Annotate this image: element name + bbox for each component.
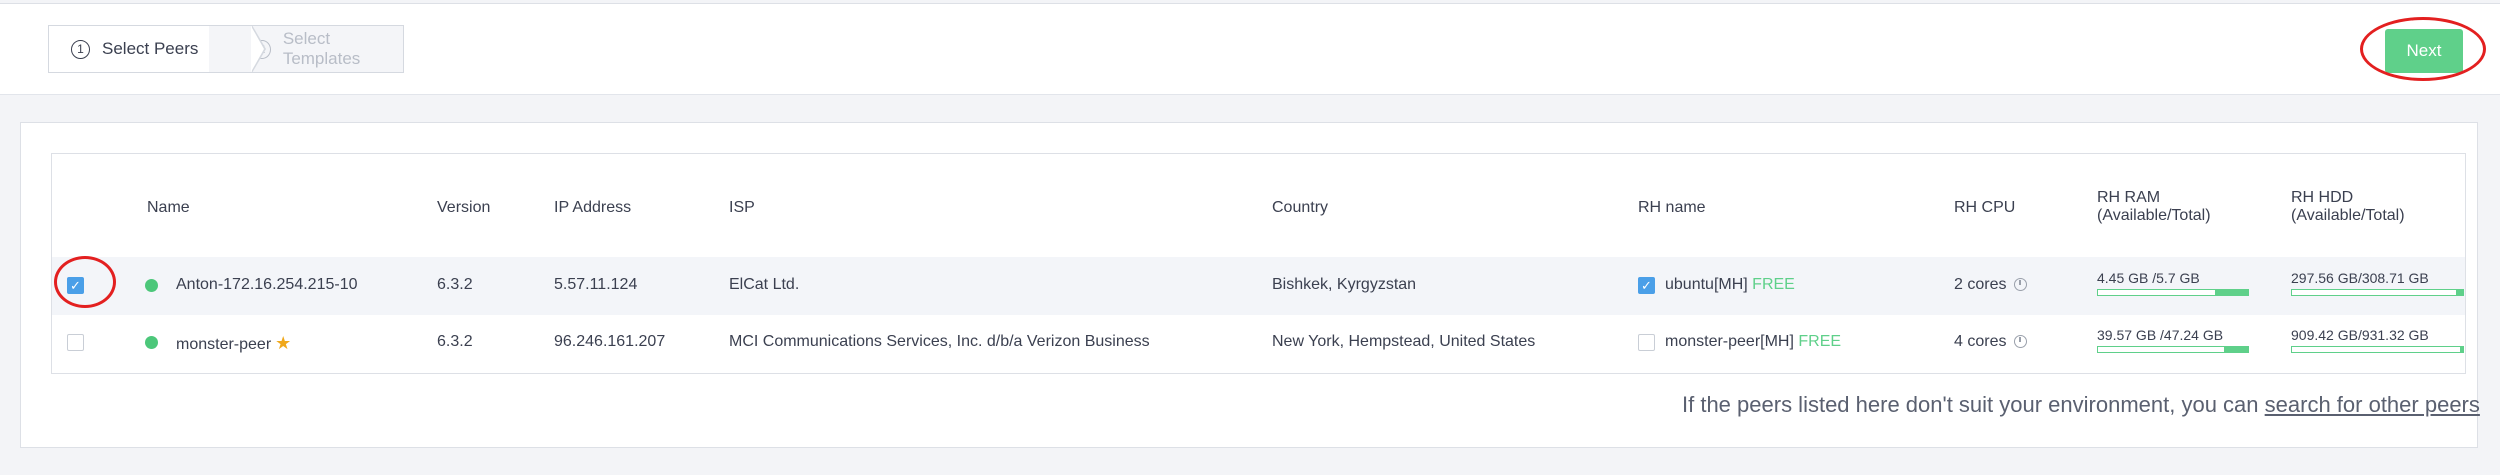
rh-ram-bar-fill — [2215, 290, 2248, 295]
rh-hdd-bar — [2291, 346, 2464, 353]
table-row[interactable]: ✓ Anton-172.16.254.215-10 6.3.2 5.57.11.… — [52, 257, 2465, 315]
rh-ram-bar — [2097, 289, 2249, 296]
rh-hdd-bar — [2291, 289, 2464, 296]
header-isp: ISP — [729, 199, 755, 216]
header-rh-hdd: RH HDD (Available/Total) — [2291, 189, 2405, 225]
peers-table: Name Version IP Address ISP Country RH n… — [51, 153, 2466, 374]
rh-hdd-bar-fill — [2459, 347, 2463, 352]
peer-name[interactable]: Anton-172.16.254.215-10 — [176, 276, 357, 294]
header-rh-ram-title: RH RAM — [2097, 189, 2161, 206]
rh-cpu-cores: 2 cores — [1954, 276, 2007, 293]
peer-version: 6.3.2 — [437, 276, 473, 293]
cpu-info-icon[interactable] — [2014, 278, 2028, 291]
rh-checkbox[interactable]: ✓ — [1638, 277, 1655, 294]
rh-hdd-value: 909.42 GB/931.32 GB — [2291, 327, 2429, 343]
rh-cpu: 2 cores — [1954, 276, 2028, 294]
header-rh-ram: RH RAM (Available/Total) — [2097, 189, 2211, 225]
header-rh-ram-sub: (Available/Total) — [2097, 207, 2211, 224]
rh-cpu-cores: 4 cores — [1954, 333, 2007, 350]
status-dot-icon — [145, 336, 158, 349]
header-name: Name — [147, 199, 190, 216]
rh-name-text: ubuntu[MH] — [1665, 276, 1748, 293]
rh-name: monster-peer[MH] FREE — [1665, 333, 1841, 351]
peer-name-text: monster-peer — [176, 336, 272, 353]
step-select-templates[interactable]: 2 Select Templates — [209, 26, 403, 72]
peer-country: New York, Hempstead, United States — [1272, 333, 1536, 350]
rh-hdd-bar-fill — [2456, 290, 2463, 295]
peer-isp: ElCat Ltd. — [729, 276, 800, 293]
row-select-checkbox[interactable]: ✓ — [67, 277, 84, 294]
rh-name: ubuntu[MH] FREE — [1665, 276, 1795, 294]
search-other-peers-link[interactable]: search for other peers — [2265, 392, 2480, 417]
header-rh-hdd-title: RH HDD — [2291, 189, 2354, 206]
check-icon: ✓ — [70, 278, 81, 293]
peer-ip: 5.57.11.124 — [554, 276, 638, 293]
step-divider-fill — [251, 26, 264, 72]
peer-name[interactable]: monster-peer ★ — [176, 333, 291, 354]
status-dot-icon — [145, 279, 158, 292]
star-icon: ★ — [275, 333, 292, 353]
search-other-peers-note: If the peers listed here don't suit your… — [1682, 392, 2480, 418]
cpu-info-icon[interactable] — [2014, 335, 2028, 348]
top-bar: 1 Select Peers 2 Select Templates Next — [0, 3, 2500, 95]
rh-checkbox[interactable] — [1638, 334, 1655, 351]
step-select-peers[interactable]: 1 Select Peers — [49, 26, 209, 72]
peer-country: Bishkek, Kyrgyzstan — [1272, 276, 1417, 293]
rh-free-badge: FREE — [1752, 276, 1795, 293]
rh-ram-value: 39.57 GB /47.24 GB — [2097, 327, 2224, 343]
wizard-steps: 1 Select Peers 2 Select Templates — [48, 25, 404, 73]
header-rh-cpu: RH CPU — [1954, 199, 2016, 216]
rh-ram-bar — [2097, 346, 2249, 353]
table-row[interactable]: monster-peer ★ 6.3.2 96.246.161.207 MCI C… — [52, 315, 2465, 373]
check-icon: ✓ — [1641, 278, 1652, 293]
step-label: Select Peers — [102, 39, 199, 58]
rh-name-text: monster-peer[MH] — [1665, 333, 1794, 350]
header-rh-hdd-sub: (Available/Total) — [2291, 207, 2405, 224]
peer-ip: 96.246.161.207 — [554, 333, 666, 350]
peer-version: 6.3.2 — [437, 333, 473, 350]
next-button[interactable]: Next — [2385, 29, 2463, 73]
rh-ram-value: 4.45 GB /5.7 GB — [2097, 270, 2200, 286]
rh-hdd-value: 297.56 GB/308.71 GB — [2291, 270, 2429, 286]
header-ip: IP Address — [554, 199, 632, 216]
header-version: Version — [437, 199, 491, 216]
step-label: Select Templates — [282, 29, 361, 68]
peer-isp: MCI Communications Services, Inc. d/b/a … — [729, 333, 1150, 350]
rh-free-badge: FREE — [1798, 333, 1842, 350]
header-country: Country — [1272, 199, 1329, 216]
rh-ram-bar-fill — [2224, 347, 2248, 352]
header-rh-name: RH name — [1638, 199, 1706, 216]
footer-text: If the peers listed here don't suit your… — [1682, 392, 2259, 417]
step-number: 1 — [71, 39, 90, 59]
row-select-checkbox[interactable] — [67, 334, 84, 351]
rh-cpu: 4 cores — [1954, 333, 2028, 351]
